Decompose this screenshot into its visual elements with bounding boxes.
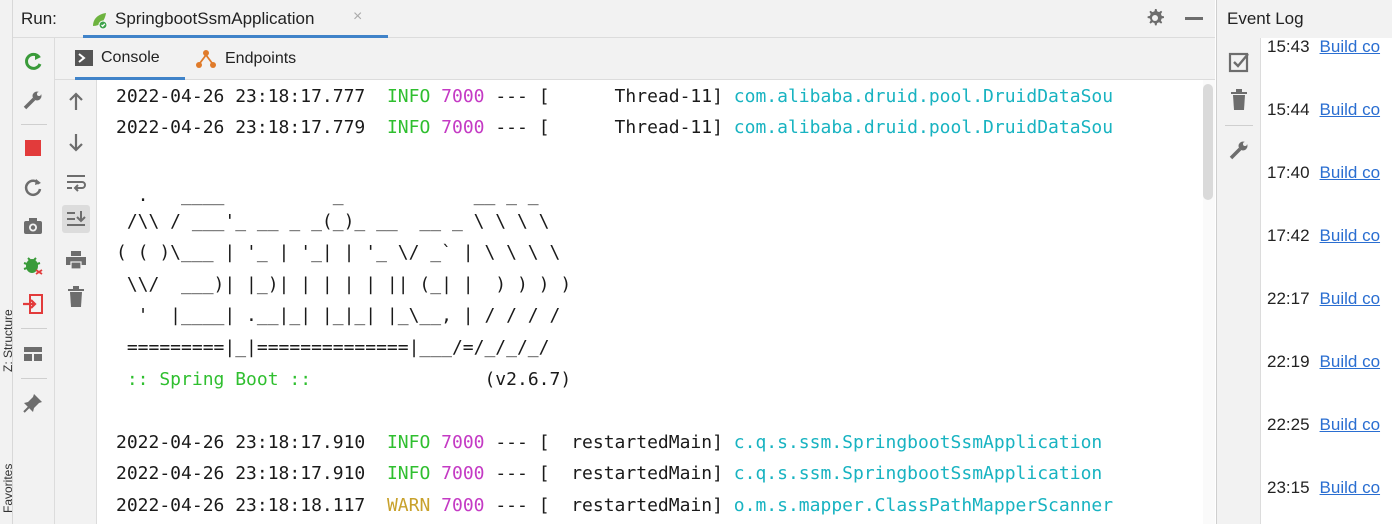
close-tab-icon[interactable]: ×	[353, 8, 362, 26]
endpoints-icon	[196, 50, 216, 68]
event-log-entry: 15:44 Build co	[1267, 100, 1381, 119]
event-log-title: Event Log	[1227, 9, 1304, 28]
spring-banner-line: \\/ ___)| |_)| | | | | || (_| | ) ) ) )	[116, 274, 572, 295]
tab-console-label: Console	[101, 48, 160, 66]
console-toolbar	[55, 80, 97, 524]
login-exit-icon[interactable]	[21, 292, 45, 316]
scroll-to-end-icon[interactable]	[62, 205, 90, 233]
build-link[interactable]: Build co	[1320, 226, 1380, 245]
event-log-entry: 23:15 Build co	[1267, 478, 1381, 497]
run-label: Run:	[21, 9, 57, 28]
soft-wrap-icon[interactable]	[62, 168, 90, 196]
build-link[interactable]: Build co	[1320, 415, 1380, 434]
spring-boot-version-line: :: Spring Boot :: (v2.6.7)	[116, 369, 572, 390]
build-link[interactable]: Build co	[1320, 163, 1380, 182]
console-output[interactable]: 2022-04-26 23:18:17.777 INFO 7000 --- [ …	[97, 80, 1203, 524]
spring-banner-line: =========|_|==============|___/=/_/_/_/	[116, 337, 550, 358]
pin-icon[interactable]	[21, 391, 45, 415]
clear-trash-icon[interactable]	[62, 283, 90, 311]
scroll-down-icon[interactable]	[62, 128, 90, 156]
console-icon	[75, 49, 93, 66]
rerun-icon[interactable]	[21, 50, 45, 74]
spring-banner-line: ( ( )\___ | '_ | '_| | '_ \/ _` | \ \ \ …	[116, 242, 561, 263]
build-link[interactable]: Build co	[1320, 37, 1380, 56]
tab-console[interactable]: Console	[75, 38, 185, 80]
wrench-icon[interactable]	[1227, 138, 1251, 162]
run-tab-springboot[interactable]: SpringbootSsmApplication ×	[83, 0, 388, 38]
run-tab-title: SpringbootSsmApplication	[115, 9, 315, 28]
wrench-icon[interactable]	[21, 88, 45, 112]
stop-icon[interactable]	[21, 136, 45, 160]
gear-icon[interactable]	[1143, 6, 1167, 30]
log-line: 2022-04-26 23:18:17.779 INFO 7000 --- [ …	[116, 117, 1114, 138]
print-icon[interactable]	[62, 246, 90, 274]
console-tabs-bar: Console Endpoints	[55, 38, 1215, 80]
debug-bug-icon[interactable]	[21, 253, 45, 277]
build-link[interactable]: Build co	[1320, 289, 1380, 308]
run-header: Run: SpringbootSsmApplication ×	[13, 0, 1215, 38]
console-scrollbar-thumb[interactable]	[1203, 84, 1213, 200]
toolbar-separator	[21, 328, 47, 329]
build-link[interactable]: Build co	[1320, 478, 1380, 497]
toolbar-separator	[21, 378, 47, 379]
tab-endpoints-label: Endpoints	[225, 50, 297, 67]
event-log-entry: 22:17 Build co	[1267, 289, 1381, 308]
event-log-entry: 22:25 Build co	[1267, 415, 1381, 434]
camera-icon[interactable]	[21, 214, 45, 238]
spring-app-icon	[93, 13, 108, 30]
mark-read-checkbox-icon[interactable]	[1227, 50, 1251, 74]
scroll-up-icon[interactable]	[62, 88, 90, 116]
toolbar-separator	[21, 124, 47, 125]
run-toolbar	[13, 38, 55, 524]
event-log-entry: 22:19 Build co	[1267, 352, 1381, 371]
event-log-entry: 17:40 Build co	[1267, 163, 1381, 182]
build-link[interactable]: Build co	[1320, 352, 1380, 371]
left-tool-strip: Z: Structure Favorites	[0, 0, 15, 524]
log-line: 2022-04-26 23:18:17.777 INFO 7000 --- [ …	[116, 86, 1114, 107]
minimize-icon[interactable]	[1185, 17, 1203, 20]
event-log-entry: 17:42 Build co	[1267, 226, 1381, 245]
layout-icon[interactable]	[21, 342, 45, 366]
log-line: 2022-04-26 23:18:17.910 INFO 7000 --- [ …	[116, 463, 1103, 484]
spring-banner-line: . ____ _ __ _ _	[116, 185, 539, 206]
event-log-toolbar	[1217, 38, 1261, 524]
event-log-header: Event Log	[1217, 0, 1392, 38]
log-line: 2022-04-26 23:18:18.117 WARN 7000 --- [ …	[116, 495, 1114, 516]
spring-banner-line: ' |____| .__|_| |_|_| |_\__, | / / / /	[116, 305, 561, 326]
build-link[interactable]: Build co	[1320, 100, 1380, 119]
event-log-entry: 15:43 Build co	[1267, 37, 1381, 56]
toolbar-separator	[1225, 125, 1253, 126]
log-line: 2022-04-26 23:18:17.910 INFO 7000 --- [ …	[116, 432, 1103, 453]
restart-icon[interactable]	[21, 175, 45, 199]
spring-banner-line: /\\ / ___'_ __ _ _(_)_ __ __ _ \ \ \ \	[116, 211, 550, 232]
event-log-panel: Event Log 15:43 Build co 15:44 Build co 17…	[1216, 0, 1392, 524]
tab-endpoints[interactable]: Endpoints	[195, 38, 325, 80]
clear-trash-icon[interactable]	[1227, 88, 1251, 112]
